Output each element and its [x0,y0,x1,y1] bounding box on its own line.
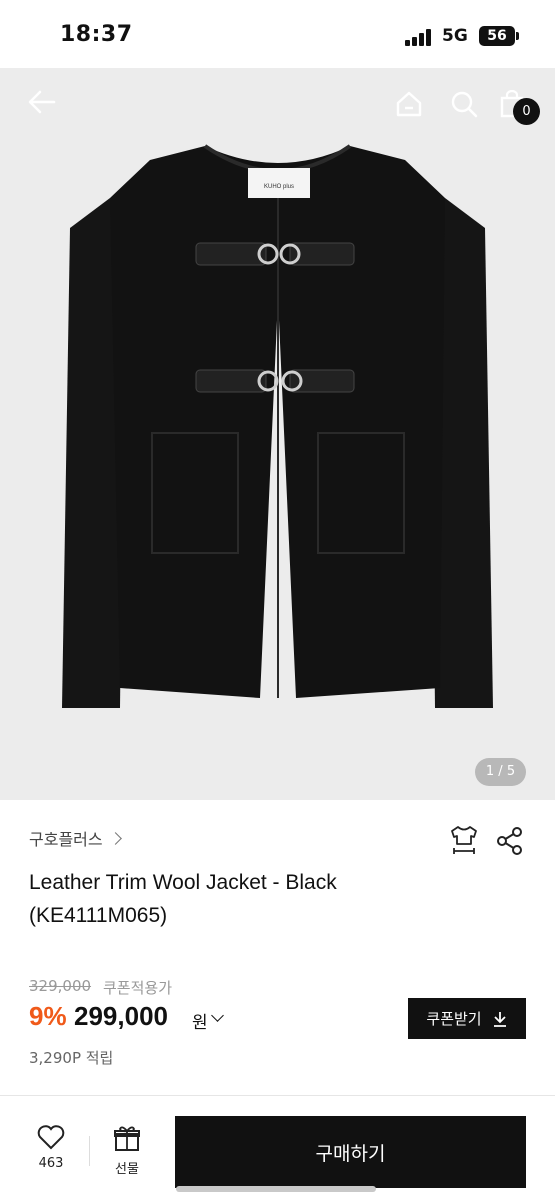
shirt-size-icon [451,826,477,854]
back-button[interactable] [22,82,62,122]
chevron-right-icon [108,831,122,845]
original-price: 329,000 [29,977,92,995]
search-button[interactable] [444,84,484,124]
brand-name: 구호플러스 [29,830,103,849]
share-icon [497,827,522,855]
brand-link[interactable]: 구호플러스 [29,826,122,850]
divider [89,1136,90,1166]
coupon-price-label: 쿠폰적용가 [103,979,173,997]
currency-label: 원 [192,1013,208,1033]
like-button[interactable]: 463 [22,1124,80,1184]
reward-points: 3,290P 적립 [29,1049,114,1067]
cart-count-badge: 0 [513,98,540,125]
status-time: 18:37 [60,22,133,47]
gallery-page-indicator: 1 / 5 [475,758,526,786]
search-icon [451,91,478,118]
product-image: KUHO plus [62,144,493,708]
get-coupon-label: 쿠폰받기 [426,1010,482,1028]
share-button[interactable] [496,826,524,860]
product-title: Leather Trim Wool Jacket - Black (KE4111… [29,871,337,927]
gift-button[interactable]: 선물 [100,1124,154,1184]
home-button[interactable] [389,84,429,124]
product-image-gallery[interactable]: KUHO plus 0 1 / 5 [0,68,555,800]
arrow-left-icon [28,90,56,114]
bottom-action-bar: 463 선물 구매하기 [0,1095,555,1200]
signal-icon [405,28,435,46]
gift-icon [114,1126,140,1151]
home-indicator [176,1186,376,1192]
like-count: 463 [38,1156,64,1171]
download-icon [493,1011,506,1027]
sale-price: 299,000 [74,1001,168,1031]
size-guide-button[interactable] [449,824,479,860]
home-icon [396,91,422,117]
battery-tip [516,32,519,40]
price-detail-chevron-icon[interactable] [211,1009,224,1022]
network-label: 5G [442,26,468,46]
battery-icon: 56 [479,26,515,46]
buy-button[interactable]: 구매하기 [175,1116,526,1188]
heart-icon [37,1125,65,1150]
discount-rate: 9% [29,1001,67,1031]
status-bar: 18:37 5G 56 [0,0,555,68]
get-coupon-button[interactable]: 쿠폰받기 [408,998,526,1039]
jacket-label-text: KUHO plus [264,184,294,190]
gift-label: 선물 [115,1162,139,1177]
